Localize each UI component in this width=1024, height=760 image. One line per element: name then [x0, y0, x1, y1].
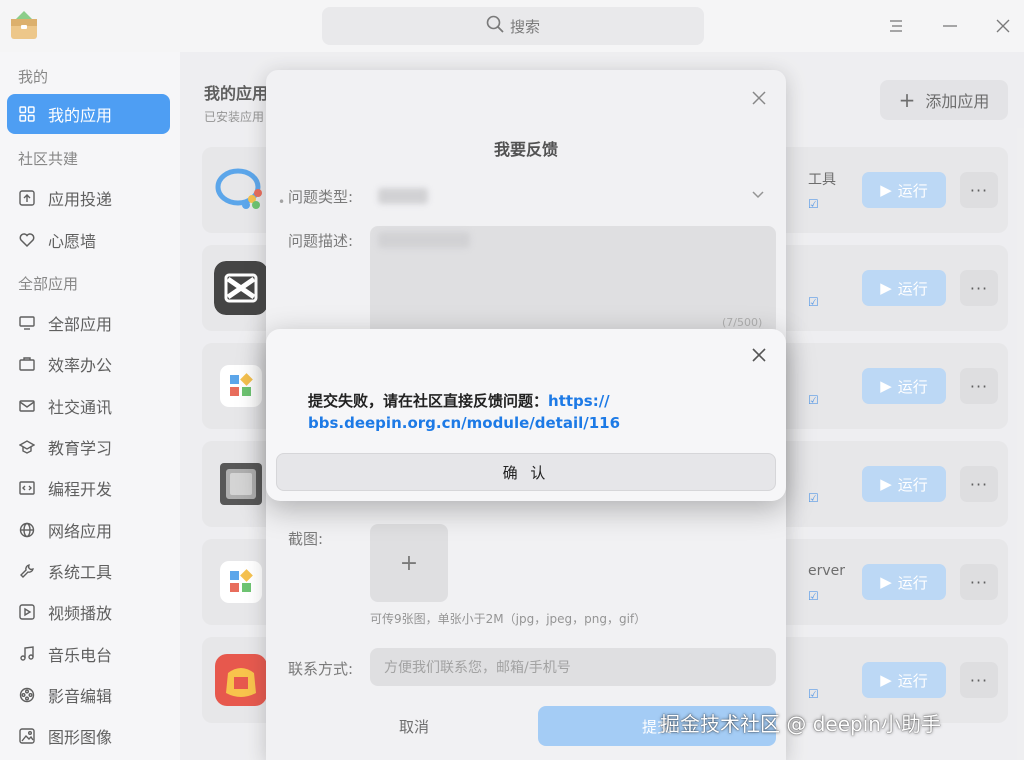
feedback-link-part1[interactable]: https://	[548, 392, 610, 410]
confirm-button[interactable]: 确 认	[276, 453, 776, 491]
error-message: 提交失败，请在社区直接反馈问题：https://	[308, 389, 610, 413]
watermark: 掘金技术社区 @ deepin小助手	[660, 712, 941, 736]
close-icon[interactable]	[749, 345, 769, 365]
error-dialog: 提交失败，请在社区直接反馈问题：https:// bbs.deepin.org.…	[266, 329, 786, 501]
error-message-text: 提交失败，请在社区直接反馈问题：	[308, 392, 549, 410]
feedback-link-part2[interactable]: bbs.deepin.org.cn/module/detail/116	[308, 414, 620, 432]
